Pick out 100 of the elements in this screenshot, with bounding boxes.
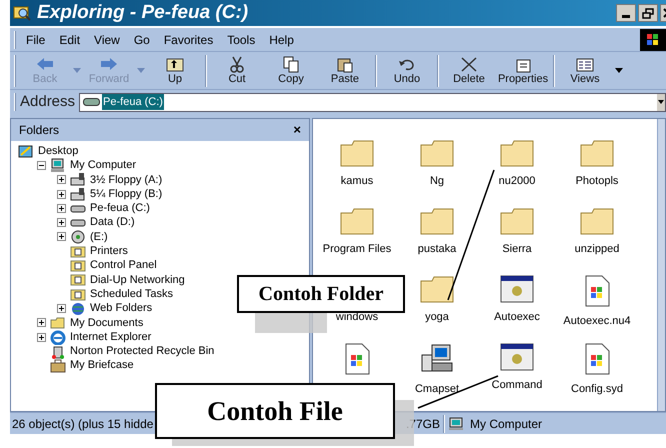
menu-item[interactable]: Edit xyxy=(59,30,80,48)
tree-item[interactable]: Printers xyxy=(90,244,128,258)
tree-item[interactable]: 3½ Floppy (A:) xyxy=(90,172,162,187)
status-text: 26 object(s) (plus 15 hidde xyxy=(12,416,154,432)
menu-item[interactable]: Help xyxy=(269,30,294,48)
minimize-icon xyxy=(622,15,630,18)
folder-icon xyxy=(50,315,66,330)
restore-button[interactable] xyxy=(638,4,658,22)
close-pane-button[interactable]: × xyxy=(293,120,301,140)
expander-toggle[interactable] xyxy=(56,232,66,242)
expander-toggle[interactable] xyxy=(56,204,66,213)
copy-icon xyxy=(281,56,301,73)
plus-icon xyxy=(38,319,44,326)
callout-label: Contoh File xyxy=(155,383,395,439)
tree-item[interactable]: Desktop xyxy=(38,144,78,158)
menu-item[interactable]: Tools xyxy=(227,30,256,48)
expander-toggle[interactable] xyxy=(36,332,46,342)
briefcase-icon xyxy=(50,358,66,374)
window-title: Exploring - Pe-feua (C:) xyxy=(37,0,248,25)
minimize-button[interactable] xyxy=(616,4,636,22)
tree-item[interactable]: My Computer xyxy=(70,158,136,173)
computer-icon xyxy=(448,416,464,430)
file-name[interactable]: yoga xyxy=(425,309,449,326)
expander-toggle[interactable] xyxy=(56,304,66,313)
tree-item[interactable]: Dial-Up Networking xyxy=(90,272,185,287)
expander-toggle[interactable] xyxy=(56,175,66,184)
folder-icon xyxy=(580,139,614,167)
dropdown-button[interactable] xyxy=(657,94,665,110)
tree-item[interactable]: My Documents xyxy=(70,316,144,330)
plus-icon xyxy=(58,204,64,212)
file-name[interactable]: Config.syd xyxy=(571,381,623,398)
tree-item[interactable]: Pe-feua (C:) xyxy=(90,201,150,216)
document-icon xyxy=(583,343,611,375)
menu-item[interactable]: Favorites xyxy=(164,30,214,48)
file-name[interactable]: nu2000 xyxy=(498,173,536,190)
tree-item[interactable]: (E:) xyxy=(90,230,108,244)
tree-item[interactable]: My Briefcase xyxy=(70,358,134,373)
restore-icon xyxy=(642,8,654,18)
file-name[interactable]: unzipped xyxy=(574,241,620,258)
paste-button[interactable]: Paste xyxy=(318,52,372,88)
program-window-icon xyxy=(500,343,534,371)
tree-item[interactable]: Internet Explorer xyxy=(70,330,152,344)
address-label: Address xyxy=(20,92,76,112)
tree-item[interactable]: Data (D:) xyxy=(90,215,135,230)
plus-icon xyxy=(58,190,64,198)
status-location: My Computer xyxy=(470,416,544,432)
file-name[interactable]: Photopls xyxy=(576,173,618,190)
expander-toggle[interactable] xyxy=(36,318,46,328)
menu-item[interactable]: File xyxy=(26,30,46,48)
callout-label: Contoh Folder xyxy=(237,275,405,313)
file-name[interactable]: Cmapset xyxy=(414,381,460,398)
callout-shadow xyxy=(255,313,327,333)
views-icon xyxy=(575,56,595,73)
cdrom-icon xyxy=(70,229,86,244)
cut-button[interactable]: Cut xyxy=(210,52,264,88)
pane-title: Folders xyxy=(19,122,60,139)
menu-item[interactable]: View xyxy=(94,30,120,48)
caret-icon xyxy=(137,68,145,73)
tree-item[interactable]: Norton Protected Recycle Bin xyxy=(70,344,214,358)
document-icon xyxy=(583,275,611,307)
copy-button[interactable]: Copy xyxy=(264,52,318,88)
back-icon xyxy=(35,56,55,73)
tree-item[interactable]: 5¼ Floppy (B:) xyxy=(90,186,162,202)
expander-toggle[interactable] xyxy=(56,190,66,199)
plus-icon xyxy=(58,233,64,240)
caret-icon xyxy=(658,100,664,104)
forward-icon xyxy=(99,56,119,73)
folder-icon xyxy=(500,207,534,235)
file-name[interactable]: Ng xyxy=(430,173,444,190)
views-button[interactable]: Views xyxy=(558,52,612,88)
file-name[interactable]: Sierra xyxy=(502,241,532,258)
file-name[interactable]: pustaka xyxy=(418,241,456,258)
up-button[interactable]: Up xyxy=(148,52,202,88)
undo-button[interactable]: Undo xyxy=(380,52,434,88)
folder-icon xyxy=(420,275,454,303)
address-field[interactable]: Pe-feua (C:) xyxy=(79,92,666,112)
delete-button[interactable]: Delete xyxy=(442,52,496,88)
program-window-icon xyxy=(500,275,534,303)
delete-icon xyxy=(459,56,479,73)
file-name[interactable]: Autoexec xyxy=(494,309,540,326)
menu-item[interactable]: Go xyxy=(134,30,150,48)
bin-icon xyxy=(50,344,66,359)
file-name[interactable]: Program Files xyxy=(322,241,392,258)
plus-icon xyxy=(38,334,44,340)
plus-icon xyxy=(58,219,64,226)
expander-toggle[interactable] xyxy=(56,218,66,228)
file-name[interactable]: Autoexec.nu4 xyxy=(563,313,631,330)
file-name[interactable]: kamus xyxy=(340,173,374,190)
plus-icon xyxy=(58,176,64,184)
expander-toggle[interactable] xyxy=(36,160,46,170)
status-size: .77GB xyxy=(404,416,440,432)
file-name[interactable]: Command xyxy=(492,377,542,394)
address-value: Pe-feua (C:) xyxy=(102,94,164,110)
plus-icon xyxy=(58,304,64,312)
tree-item[interactable]: Control Panel xyxy=(90,258,157,273)
scrollbar[interactable] xyxy=(657,119,665,411)
tree-item[interactable]: Scheduled Tasks xyxy=(90,286,173,302)
properties-button[interactable]: Properties xyxy=(496,52,550,88)
tree-item[interactable]: Web Folders xyxy=(90,301,152,316)
desktop-icon xyxy=(18,144,34,159)
